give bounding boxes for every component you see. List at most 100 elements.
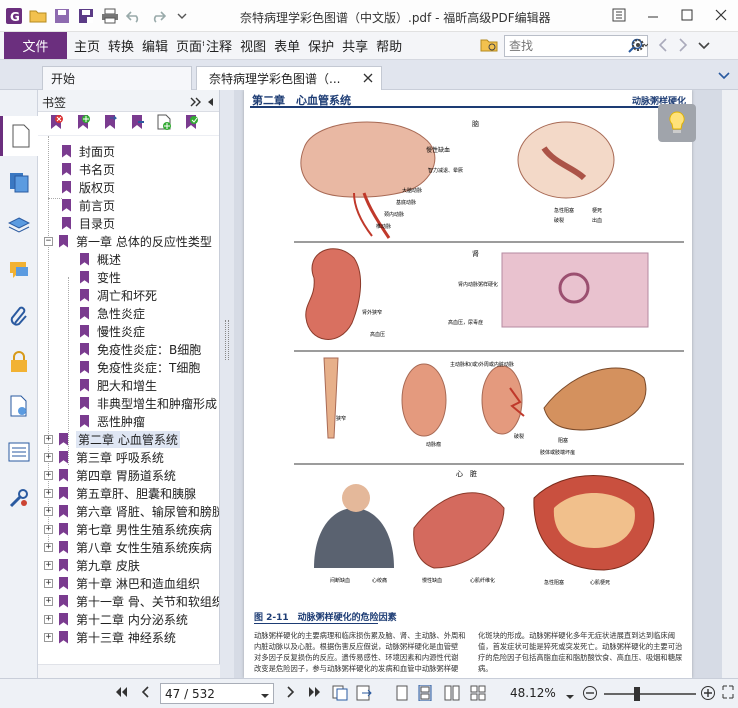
- previous-page-icon[interactable]: [140, 685, 150, 702]
- bookmark-properties-icon[interactable]: [183, 114, 199, 133]
- save-as-icon[interactable]: [76, 6, 96, 26]
- expand-toggle[interactable]: +: [44, 560, 53, 570]
- menu-convert[interactable]: 转换: [108, 36, 134, 55]
- bookmark-item-chapter-13[interactable]: + 第十三章 神经系统: [44, 628, 176, 646]
- expand-toggle[interactable]: +: [44, 596, 53, 606]
- expand-toggle[interactable]: +: [44, 578, 53, 588]
- bookmark-item[interactable]: 变性: [80, 268, 121, 286]
- panel-splitter[interactable]: [220, 90, 234, 678]
- expand-bookmark-icon[interactable]: [129, 114, 145, 133]
- panel-expand-icon[interactable]: [190, 96, 202, 110]
- zoom-slider-thumb[interactable]: [634, 687, 640, 701]
- menu-form[interactable]: 表单: [274, 36, 300, 55]
- expand-toggle[interactable]: +: [44, 488, 53, 498]
- menu-view[interactable]: 视图: [240, 36, 266, 55]
- page-dropdown-icon[interactable]: [261, 689, 269, 703]
- bookmark-item-chapter-2[interactable]: + 第二章 心血管系统: [44, 430, 180, 448]
- menu-help[interactable]: 帮助: [376, 36, 402, 55]
- expand-toggle[interactable]: +: [44, 506, 53, 516]
- bookmarks-horizontal-scrollbar[interactable]: [38, 664, 220, 678]
- bookmark-item-chapter-10[interactable]: + 第十章 淋巴和造血组织: [44, 574, 200, 592]
- gear-icon[interactable]: [630, 37, 649, 56]
- document-view[interactable]: 第二章 心血管系统 动脉粥样硬化 脑 慢性缺血 智力减退、晕厥 大脑动脉 基底动…: [234, 90, 738, 678]
- find-folder-icon[interactable]: [480, 37, 498, 56]
- zoom-slider[interactable]: [604, 687, 696, 701]
- first-page-icon[interactable]: [114, 685, 128, 702]
- open-folder-icon[interactable]: [28, 6, 48, 26]
- menu-comment[interactable]: 注释: [206, 36, 232, 55]
- panel-collapse-icon[interactable]: [206, 96, 214, 110]
- tools-panel-button[interactable]: [0, 478, 38, 518]
- security-panel-button[interactable]: [0, 342, 38, 382]
- search-input[interactable]: [505, 36, 623, 56]
- expand-toggle[interactable]: +: [44, 632, 53, 642]
- nav-forward-icon[interactable]: [678, 38, 688, 55]
- nav-back-icon[interactable]: [658, 38, 668, 55]
- tab-close-icon[interactable]: [363, 72, 373, 86]
- bookmark-item-chapter-6[interactable]: + 第六章 肾脏、输尿管和膀胱: [44, 502, 219, 520]
- zoom-in-icon[interactable]: [700, 685, 716, 704]
- bookmark-item-chapter-5[interactable]: + 第五章肝、胆囊和胰腺: [44, 484, 196, 502]
- bookmark-item-chapter-8[interactable]: + 第八章 女性生殖系统疾病: [44, 538, 212, 556]
- file-menu-button[interactable]: 文件: [4, 32, 67, 59]
- bookmark-item-chapter-12[interactable]: + 第十二章 内分泌系统: [44, 610, 188, 628]
- single-page-view-icon[interactable]: [396, 685, 408, 704]
- bookmark-item[interactable]: 免疫性炎症：B细胞: [80, 340, 201, 358]
- expand-toggle[interactable]: +: [44, 524, 53, 534]
- bookmark-item[interactable]: 凋亡和坏死: [80, 286, 157, 304]
- tab-document[interactable]: 奈特病理学彩色图谱（...: [196, 66, 382, 90]
- redo-icon[interactable]: [148, 6, 168, 26]
- fullscreen-icon[interactable]: [722, 685, 734, 702]
- save-icon[interactable]: [52, 6, 72, 26]
- layers-panel-button[interactable]: [0, 206, 38, 246]
- bookmark-item[interactable]: 书名页: [62, 160, 115, 178]
- bookmark-item-chapter-7[interactable]: + 第七章 男性生殖系统疾病: [44, 520, 212, 538]
- splitter-handle[interactable]: [225, 320, 229, 360]
- tips-lightbulb-button[interactable]: [658, 104, 696, 142]
- delete-bookmark-icon[interactable]: [48, 114, 64, 133]
- bookmark-item[interactable]: 概述: [80, 250, 121, 268]
- bookmark-item[interactable]: 版权页: [62, 178, 115, 196]
- bookmark-item-chapter-9[interactable]: + 第九章 皮肤: [44, 556, 140, 574]
- menu-page-management[interactable]: 页面管理: [176, 36, 204, 55]
- new-page-bookmark-icon[interactable]: [156, 114, 172, 133]
- bookmark-item[interactable]: 急性炎症: [80, 304, 145, 322]
- zoom-out-icon[interactable]: [582, 685, 598, 704]
- menu-protect[interactable]: 保护: [308, 36, 334, 55]
- bookmark-item-chapter-1[interactable]: − 第一章 总体的反应性类型: [44, 232, 212, 250]
- ribbon-display-icon[interactable]: [602, 0, 636, 30]
- continuous-view-icon[interactable]: [418, 684, 432, 704]
- bookmark-item[interactable]: 前言页: [62, 196, 115, 214]
- continuous-facing-view-icon[interactable]: [470, 685, 486, 704]
- thumbnail-panel-button[interactable]: [0, 162, 38, 202]
- bookmark-item[interactable]: 免疫性炎症：T细胞: [80, 358, 200, 376]
- bookmark-item-chapter-3[interactable]: + 第三章 呼吸系统: [44, 448, 164, 466]
- collapse-toggle[interactable]: −: [44, 236, 53, 246]
- bookmark-item[interactable]: 恶性肿瘤: [80, 412, 145, 430]
- add-child-bookmark-icon[interactable]: [102, 114, 118, 133]
- expand-toggle[interactable]: +: [44, 470, 53, 480]
- bookmark-item[interactable]: 肥大和增生: [80, 376, 157, 394]
- expand-toggle[interactable]: +: [44, 614, 53, 624]
- customize-chevron-icon[interactable]: [172, 6, 192, 26]
- page-number-field[interactable]: 47 / 532: [160, 683, 274, 704]
- close-icon[interactable]: [704, 0, 738, 30]
- minimize-icon[interactable]: [636, 0, 670, 30]
- bookmark-item[interactable]: 封面页: [62, 142, 115, 160]
- undo-icon[interactable]: [124, 6, 144, 26]
- bookmark-item-chapter-11[interactable]: + 第十一章 骨、关节和软组织: [44, 592, 219, 610]
- tab-start[interactable]: 开始: [42, 66, 192, 90]
- add-bookmark-icon[interactable]: [75, 114, 91, 133]
- zoom-dropdown-icon[interactable]: [566, 690, 574, 704]
- signatures-panel-button[interactable]: [0, 386, 38, 426]
- menu-edit[interactable]: 编辑: [142, 36, 168, 55]
- bookmark-item[interactable]: 慢性炎症: [80, 322, 145, 340]
- bookmark-item[interactable]: 目录页: [62, 214, 115, 232]
- expand-toggle[interactable]: +: [44, 452, 53, 462]
- last-page-icon[interactable]: [308, 685, 322, 702]
- document-vertical-scrollbar[interactable]: [722, 90, 738, 678]
- bookmark-panel-button[interactable]: [0, 116, 38, 156]
- content-panel-button[interactable]: [0, 432, 38, 472]
- bookmark-item[interactable]: 非典型增生和肿瘤形成: [80, 394, 217, 412]
- comments-panel-button[interactable]: [0, 250, 38, 290]
